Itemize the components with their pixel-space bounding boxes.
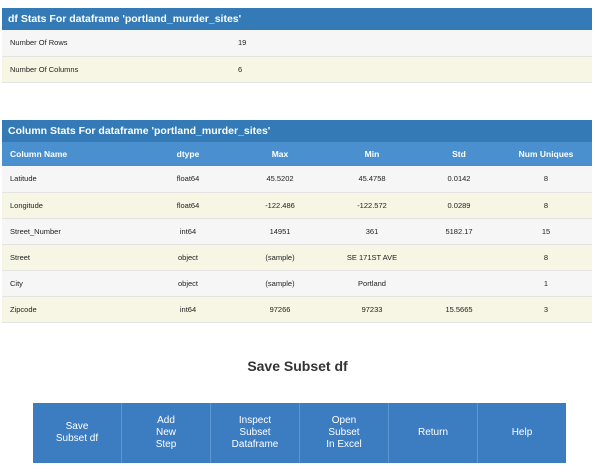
stat-value: 6 [238,56,592,83]
cell-num-uniques: 1 [500,270,592,297]
cell-max: -122.486 [234,192,326,219]
cell-max: 45.5202 [234,166,326,193]
column-header-name: Column Name [2,142,142,166]
cell-num-uniques: 8 [500,244,592,271]
stat-label: Number Of Rows [2,30,238,57]
inspect-subset-dataframe-button[interactable]: Inspect Subset Dataframe [211,403,300,463]
cell-min: 361 [326,218,418,245]
table-row: City object (sample) Portland 1 [2,270,592,297]
cell-column-name: Latitude [2,166,142,193]
cell-std: 5182.17 [418,218,500,245]
cell-std [418,244,500,271]
cell-min: 45.4758 [326,166,418,193]
cell-column-name: Longitude [2,192,142,219]
action-button-bar: Save Subset df Add New Step Inspect Subs… [33,403,566,463]
df-stats-table: Number Of Rows 19 Number Of Columns 6 [2,30,592,83]
add-new-step-button[interactable]: Add New Step [122,403,211,463]
cell-max: 14951 [234,218,326,245]
cell-column-name: Street [2,244,142,271]
table-row: Street object (sample) SE 171ST AVE 8 [2,244,592,271]
column-header-dtype: dtype [142,142,234,166]
column-header-max: Max [234,142,326,166]
df-stats-panel: df Stats For dataframe 'portland_murder_… [2,8,592,83]
cell-std [418,270,500,297]
cell-std: 0.0142 [418,166,500,193]
column-header-num-uniques: Num Uniques [500,142,592,166]
save-subset-title: Save Subset df [247,358,348,374]
cell-min: 97233 [326,296,418,323]
column-stats-table: Column Name dtype Max Min Std Num Unique… [2,142,592,323]
help-button[interactable]: Help [478,403,566,463]
cell-max: (sample) [234,244,326,271]
cell-dtype: float64 [142,166,234,193]
column-stats-panel: Column Stats For dataframe 'portland_mur… [2,120,592,323]
cell-dtype: object [142,244,234,271]
cell-dtype: float64 [142,192,234,219]
cell-std: 15.5665 [418,296,500,323]
cell-min: -122.572 [326,192,418,219]
cell-num-uniques: 3 [500,296,592,323]
cell-num-uniques: 8 [500,166,592,193]
column-stats-title: Column Stats For dataframe 'portland_mur… [2,120,592,142]
cell-min: Portland [326,270,418,297]
open-subset-in-excel-button[interactable]: Open Subset In Excel [300,403,389,463]
column-header-min: Min [326,142,418,166]
stat-label: Number Of Columns [2,56,238,83]
table-row: Latitude float64 45.5202 45.4758 0.0142 … [2,166,592,193]
df-stats-title: df Stats For dataframe 'portland_murder_… [2,8,592,30]
cell-dtype: int64 [142,296,234,323]
cell-num-uniques: 8 [500,192,592,219]
cell-max: (sample) [234,270,326,297]
cell-column-name: City [2,270,142,297]
cell-min: SE 171ST AVE [326,244,418,271]
cell-num-uniques: 15 [500,218,592,245]
table-row: Number Of Columns 6 [2,56,592,83]
cell-column-name: Street_Number [2,218,142,245]
cell-dtype: object [142,270,234,297]
cell-dtype: int64 [142,218,234,245]
table-row: Number Of Rows 19 [2,30,592,57]
cell-column-name: Zipcode [2,296,142,323]
save-subset-button[interactable]: Save Subset df [33,403,122,463]
table-row: Longitude float64 -122.486 -122.572 0.02… [2,192,592,219]
table-row: Street_Number int64 14951 361 5182.17 15 [2,218,592,245]
column-header-std: Std [418,142,500,166]
cell-max: 97266 [234,296,326,323]
stat-value: 19 [238,30,592,57]
cell-std: 0.0289 [418,192,500,219]
column-header-row: Column Name dtype Max Min Std Num Unique… [2,142,592,166]
table-row: Zipcode int64 97266 97233 15.5665 3 [2,296,592,323]
return-button[interactable]: Return [389,403,478,463]
